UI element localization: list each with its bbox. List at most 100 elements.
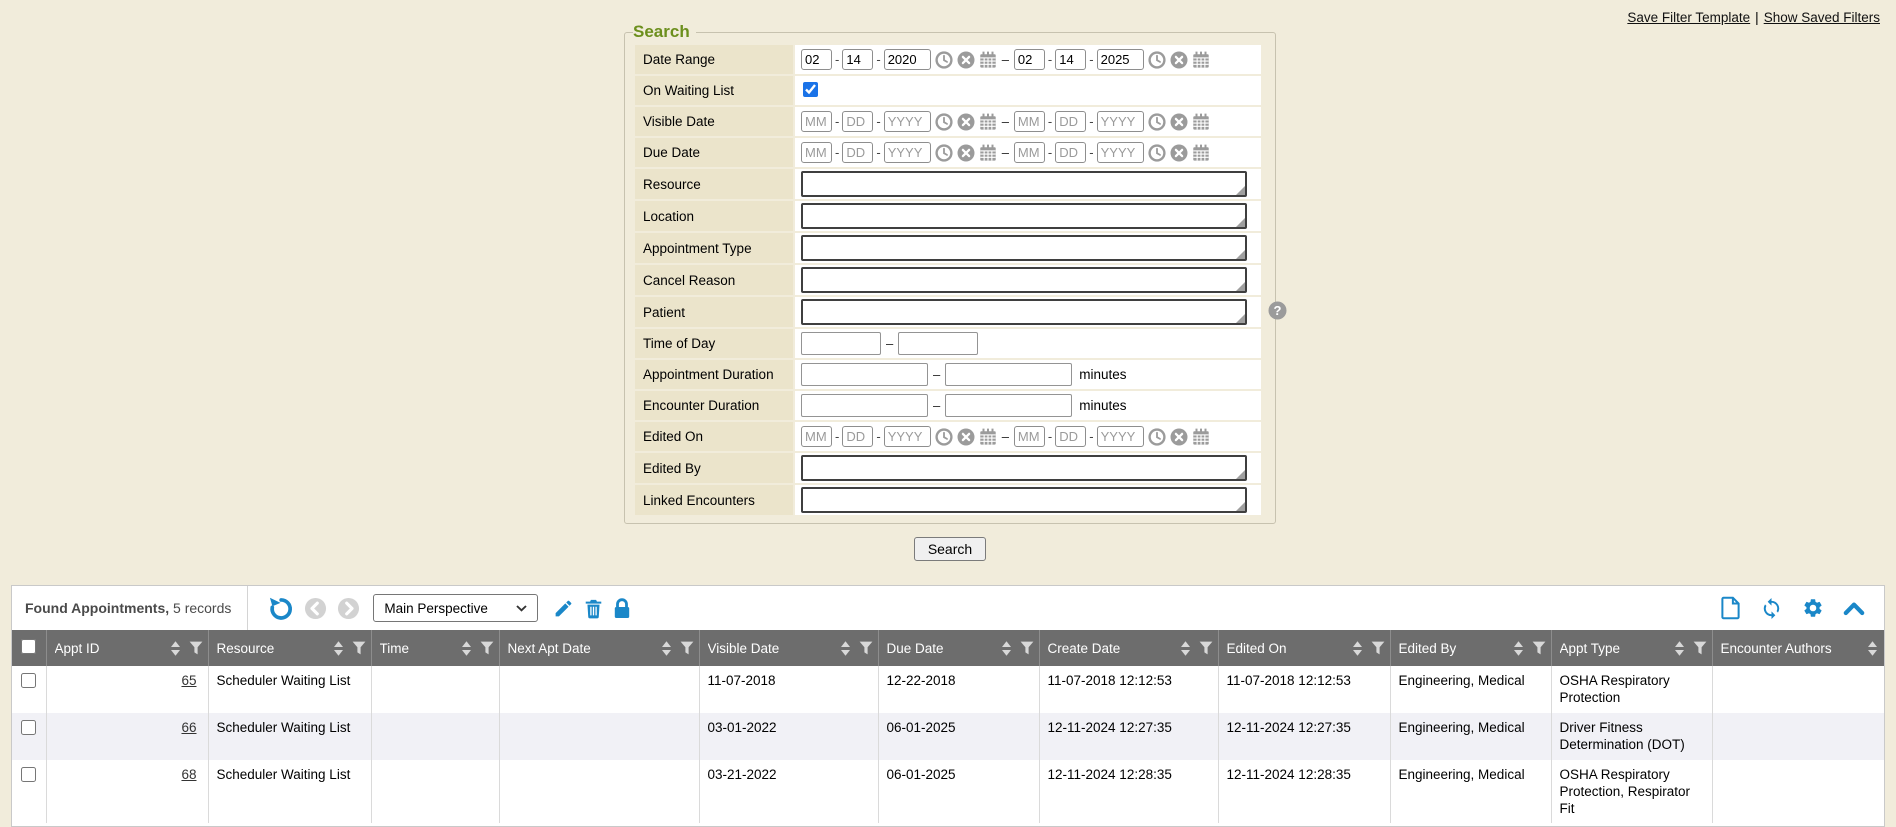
month-input[interactable] <box>1014 426 1045 447</box>
time-picker-icon[interactable] <box>935 144 953 162</box>
save-filter-template-link[interactable]: Save Filter Template <box>1627 10 1750 25</box>
delete-perspective-icon[interactable] <box>584 598 603 619</box>
cancel-reason-input[interactable] <box>801 267 1247 293</box>
filter-icon[interactable] <box>859 641 873 655</box>
filter-icon[interactable] <box>1532 641 1546 655</box>
sort-icon[interactable] <box>1866 641 1879 656</box>
day-input[interactable] <box>842 111 873 132</box>
year-input[interactable] <box>1097 142 1144 163</box>
range-from-input[interactable] <box>801 394 928 417</box>
sort-icon[interactable] <box>460 641 473 656</box>
clear-date-icon[interactable] <box>1170 144 1188 162</box>
sort-icon[interactable] <box>1351 641 1364 656</box>
select-all-checkbox[interactable] <box>21 639 36 654</box>
settings-gear-icon[interactable] <box>1802 597 1824 619</box>
time-picker-icon[interactable] <box>1148 113 1166 131</box>
year-input[interactable] <box>884 426 931 447</box>
perspective-select[interactable]: Main Perspective <box>373 594 538 622</box>
calendar-picker-icon[interactable] <box>979 113 997 131</box>
row-select-checkbox[interactable] <box>21 767 36 782</box>
location-input[interactable] <box>801 203 1247 229</box>
calendar-picker-icon[interactable] <box>979 51 997 69</box>
clear-date-icon[interactable] <box>1170 51 1188 69</box>
export-document-icon[interactable] <box>1720 596 1741 620</box>
range-to-input[interactable] <box>898 332 978 355</box>
refresh-icon[interactable] <box>1760 597 1783 620</box>
calendar-picker-icon[interactable] <box>1192 428 1210 446</box>
month-input[interactable] <box>801 426 832 447</box>
help-icon[interactable]: ? <box>1268 301 1287 323</box>
calendar-picker-icon[interactable] <box>1192 113 1210 131</box>
calendar-picker-icon[interactable] <box>979 428 997 446</box>
clear-date-icon[interactable] <box>957 428 975 446</box>
sort-icon[interactable] <box>1512 641 1525 656</box>
day-input[interactable] <box>842 426 873 447</box>
range-from-input[interactable] <box>801 332 881 355</box>
year-input[interactable] <box>1097 426 1144 447</box>
time-picker-icon[interactable] <box>935 428 953 446</box>
calendar-picker-icon[interactable] <box>1192 51 1210 69</box>
clear-date-icon[interactable] <box>957 113 975 131</box>
resource-input[interactable] <box>801 171 1247 197</box>
time-picker-icon[interactable] <box>1148 51 1166 69</box>
year-input[interactable] <box>1097 111 1144 132</box>
undo-icon[interactable] <box>267 595 294 622</box>
year-input[interactable] <box>1097 49 1144 70</box>
sort-icon[interactable] <box>1179 641 1192 656</box>
sort-icon[interactable] <box>332 641 345 656</box>
clear-date-icon[interactable] <box>957 51 975 69</box>
previous-page-icon[interactable] <box>304 597 327 620</box>
day-input[interactable] <box>1055 111 1086 132</box>
year-input[interactable] <box>884 142 931 163</box>
filter-icon[interactable] <box>1199 641 1213 655</box>
range-to-input[interactable] <box>945 363 1072 386</box>
month-input[interactable] <box>1014 111 1045 132</box>
filter-icon[interactable] <box>352 641 366 655</box>
edited-by-input[interactable] <box>801 455 1247 481</box>
clear-date-icon[interactable] <box>1170 113 1188 131</box>
sort-icon[interactable] <box>839 641 852 656</box>
sort-icon[interactable] <box>1673 641 1686 656</box>
row-select-checkbox[interactable] <box>21 673 36 688</box>
time-picker-icon[interactable] <box>1148 428 1166 446</box>
sort-icon[interactable] <box>1000 641 1013 656</box>
filter-icon[interactable] <box>189 641 203 655</box>
day-input[interactable] <box>1055 426 1086 447</box>
filter-icon[interactable] <box>680 641 694 655</box>
patient-input[interactable] <box>801 299 1247 325</box>
sort-icon[interactable] <box>169 641 182 656</box>
filter-icon[interactable] <box>1371 641 1385 655</box>
appointment-type-input[interactable] <box>801 235 1247 261</box>
appt-id-link[interactable]: 65 <box>181 673 196 688</box>
next-page-icon[interactable] <box>337 597 360 620</box>
year-input[interactable] <box>884 49 931 70</box>
month-input[interactable] <box>1014 142 1045 163</box>
appt-id-link[interactable]: 68 <box>181 767 196 782</box>
clear-date-icon[interactable] <box>1170 428 1188 446</box>
year-input[interactable] <box>884 111 931 132</box>
range-from-input[interactable] <box>801 363 928 386</box>
clear-date-icon[interactable] <box>957 144 975 162</box>
day-input[interactable] <box>1055 49 1086 70</box>
collapse-panel-icon[interactable] <box>1843 601 1865 616</box>
time-picker-icon[interactable] <box>935 51 953 69</box>
month-input[interactable] <box>1014 49 1045 70</box>
row-select-checkbox[interactable] <box>21 720 36 735</box>
calendar-picker-icon[interactable] <box>979 144 997 162</box>
month-input[interactable] <box>801 111 832 132</box>
time-picker-icon[interactable] <box>1148 144 1166 162</box>
appt-id-link[interactable]: 66 <box>181 720 196 735</box>
day-input[interactable] <box>1055 142 1086 163</box>
waiting-list-checkbox[interactable] <box>803 82 818 97</box>
linked-encounters-input[interactable] <box>801 487 1247 513</box>
lock-perspective-icon[interactable] <box>613 598 631 619</box>
sort-icon[interactable] <box>660 641 673 656</box>
filter-icon[interactable] <box>480 641 494 655</box>
month-input[interactable] <box>801 49 832 70</box>
filter-icon[interactable] <box>1020 641 1034 655</box>
range-to-input[interactable] <box>945 394 1072 417</box>
time-picker-icon[interactable] <box>935 113 953 131</box>
filter-icon[interactable] <box>1693 641 1707 655</box>
search-button[interactable]: Search <box>914 537 986 561</box>
show-saved-filters-link[interactable]: Show Saved Filters <box>1764 10 1880 25</box>
